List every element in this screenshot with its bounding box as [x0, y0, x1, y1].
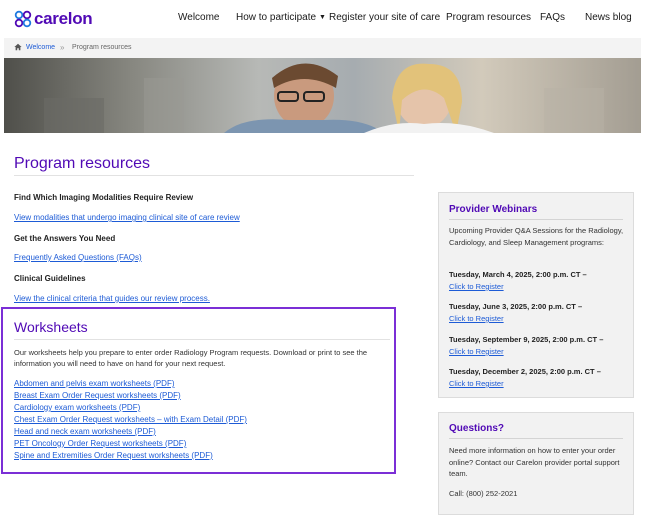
carelon-logo-mark-icon [14, 10, 32, 28]
link-clinical-criteria[interactable]: View the clinical criteria that guides o… [14, 294, 210, 303]
webinar-register-link[interactable]: Click to Register [449, 347, 504, 356]
banner-image-illustration [4, 58, 641, 133]
link-faqs[interactable]: Frequently Asked Questions (FAQs) [14, 253, 142, 262]
nav-program-resources[interactable]: Program resources [446, 12, 531, 23]
section-heading-imaging-modalities: Find Which Imaging Modalities Require Re… [14, 193, 194, 202]
nav-faqs[interactable]: FAQs [540, 12, 565, 23]
nav-how-to-participate-label: How to participate [236, 12, 317, 23]
home-icon[interactable] [14, 43, 22, 51]
webinars-intro: Upcoming Provider Q&A Sessions for the R… [449, 226, 624, 247]
chevron-down-icon: ▼ [319, 14, 326, 21]
banner-photo [4, 58, 641, 133]
breadcrumb-welcome[interactable]: Welcome [26, 44, 55, 51]
breadcrumb-separator: » [60, 43, 65, 52]
worksheets-description: Our worksheets help you prepare to enter… [14, 348, 368, 368]
worksheet-link-head-neck[interactable]: Head and neck exam worksheets (PDF) [14, 427, 156, 436]
webinar-register-link[interactable]: Click to Register [449, 379, 504, 388]
page-title: Program resources [14, 155, 151, 172]
logo-text: carelon [34, 9, 93, 28]
nav-welcome[interactable]: Welcome [178, 12, 220, 23]
worksheet-link-breast[interactable]: Breast Exam Order Request worksheets (PD… [14, 391, 181, 400]
section-heading-answers: Get the Answers You Need [14, 234, 116, 243]
questions-text: Need more information on how to enter yo… [449, 446, 620, 478]
worksheet-link-cardiology[interactable]: Cardiology exam worksheets (PDF) [14, 403, 140, 412]
nav-register-site[interactable]: Register your site of care [329, 12, 440, 23]
questions-title: Questions? [449, 423, 505, 434]
divider [14, 175, 414, 176]
support-phone[interactable]: Call: (800) 252-2021 [449, 488, 629, 500]
webinar-date: Tuesday, March 4, 2025, 2:00 p.m. CT – [449, 270, 587, 279]
breadcrumb-current: Program resources [72, 44, 132, 51]
top-navigation: carelon Welcome How to participate ▼ Regi… [0, 0, 645, 36]
webinar-register-link[interactable]: Click to Register [449, 314, 504, 323]
webinar-date: Tuesday, September 9, 2025, 2:00 p.m. CT… [449, 335, 604, 344]
worksheet-link-pet-oncology[interactable]: PET Oncology Order Request worksheets (P… [14, 439, 186, 448]
webinars-title: Provider Webinars [449, 204, 538, 215]
webinar-date: Tuesday, June 3, 2025, 2:00 p.m. CT – [449, 302, 583, 311]
webinar-register-link[interactable]: Click to Register [449, 282, 504, 291]
divider [449, 438, 623, 439]
divider [14, 339, 390, 340]
divider [449, 219, 623, 220]
nav-news-blog[interactable]: News blog [585, 12, 632, 23]
link-view-modalities[interactable]: View modalities that undergo imaging cli… [14, 213, 240, 222]
webinar-date: Tuesday, December 2, 2025, 2:00 p.m. CT … [449, 367, 601, 376]
nav-how-to-participate[interactable]: How to participate ▼ [236, 12, 326, 23]
worksheet-link-abdomen-pelvis[interactable]: Abdomen and pelvis exam worksheets (PDF) [14, 379, 175, 388]
worksheet-link-chest[interactable]: Chest Exam Order Request worksheets – wi… [14, 415, 247, 424]
breadcrumb: Welcome » Program resources [4, 38, 641, 58]
carelon-logo[interactable]: carelon [14, 9, 93, 29]
section-heading-clinical-guidelines: Clinical Guidelines [14, 274, 86, 283]
worksheets-title: Worksheets [14, 319, 88, 335]
worksheet-link-spine-extremities[interactable]: Spine and Extremities Order Request work… [14, 451, 213, 460]
